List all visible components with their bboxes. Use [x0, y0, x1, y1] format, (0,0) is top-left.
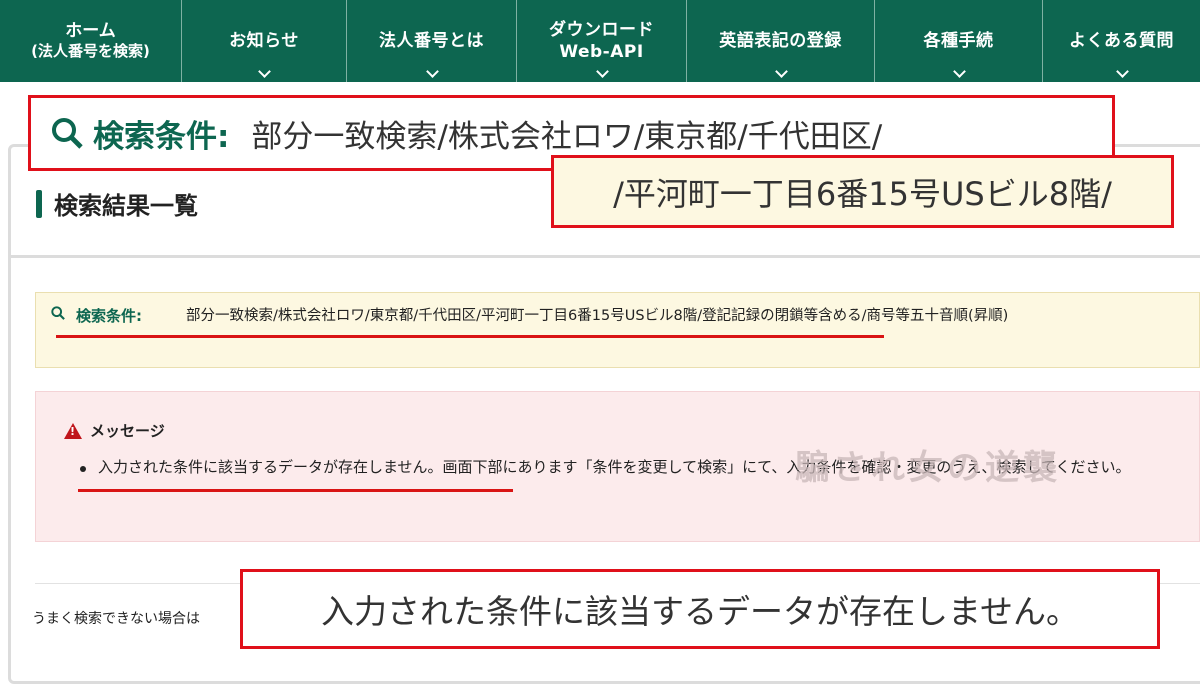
message-title: メッセージ — [90, 422, 165, 440]
watermark: 騙され女の逆襲 — [795, 448, 1061, 488]
chevron-down-icon — [258, 65, 271, 78]
callout-message: 入力された条件に該当するデータが存在しません。 — [320, 592, 1079, 631]
global-nav: ホーム (法人番号を検索) お知らせ 法人番号とは ダウンロード Web-API… — [0, 0, 1200, 82]
nav-procedures-label: 各種手続 — [923, 31, 994, 51]
bullet-icon — [80, 466, 86, 472]
section-title-text: 検索結果一覧 — [54, 192, 198, 220]
highlight-underline — [56, 335, 884, 338]
nav-home-label: ホーム — [65, 21, 116, 41]
section-title: 検索結果一覧 — [36, 186, 198, 221]
message-header: メッセージ — [64, 420, 165, 441]
nav-item-english[interactable]: 英語表記の登録 — [687, 0, 875, 82]
nav-item-about[interactable]: 法人番号とは — [347, 0, 517, 82]
search-condition-text: 部分一致検索/株式会社ロワ/東京都/千代田区/平河町一丁目6番15号USビル8階… — [186, 308, 1009, 324]
nav-item-home[interactable]: ホーム (法人番号を検索) — [0, 0, 182, 82]
search-icon — [51, 306, 65, 320]
search-icon — [52, 118, 83, 149]
nav-download-sublabel: Web-API — [559, 42, 644, 62]
nav-item-news[interactable]: お知らせ — [182, 0, 347, 82]
section-accent-bar — [36, 189, 42, 218]
nav-item-faq[interactable]: よくある質問 — [1043, 0, 1200, 82]
nav-faq-label: よくある質問 — [1069, 31, 1174, 51]
nav-english-label: 英語表記の登録 — [719, 31, 842, 51]
message-callout: 入力された条件に該当するデータが存在しません。 — [240, 569, 1160, 649]
help-text: うまく検索できない場合は — [32, 611, 200, 627]
chevron-down-icon — [952, 65, 966, 78]
callout-condition-line2: /平河町一丁目6番15号USビル8階/ — [613, 174, 1112, 213]
nav-news-label: お知らせ — [229, 31, 299, 51]
nav-about-label: 法人番号とは — [379, 31, 484, 51]
nav-home-sublabel: (法人番号を検索) — [31, 42, 150, 60]
chevron-down-icon — [425, 65, 439, 78]
callout-condition-label: 検索条件: — [93, 118, 230, 155]
chevron-down-icon — [1115, 65, 1129, 78]
nav-download-label: ダウンロード — [549, 20, 654, 40]
search-condition-label: 検索条件: — [76, 307, 142, 325]
card-divider — [10, 255, 1200, 258]
condition-callout-2: /平河町一丁目6番15号USビル8階/ — [551, 155, 1174, 228]
warning-icon — [64, 422, 82, 439]
nav-item-procedures[interactable]: 各種手続 — [875, 0, 1043, 82]
chevron-down-icon — [595, 65, 609, 78]
chevron-down-icon — [774, 65, 788, 78]
nav-item-download[interactable]: ダウンロード Web-API — [517, 0, 687, 82]
search-condition-box: 検索条件: 部分一致検索/株式会社ロワ/東京都/千代田区/平河町一丁目6番15号… — [35, 292, 1200, 368]
highlight-underline — [78, 489, 513, 492]
callout-condition-line1: 部分一致検索/株式会社ロワ/東京都/千代田区/ — [251, 118, 883, 155]
